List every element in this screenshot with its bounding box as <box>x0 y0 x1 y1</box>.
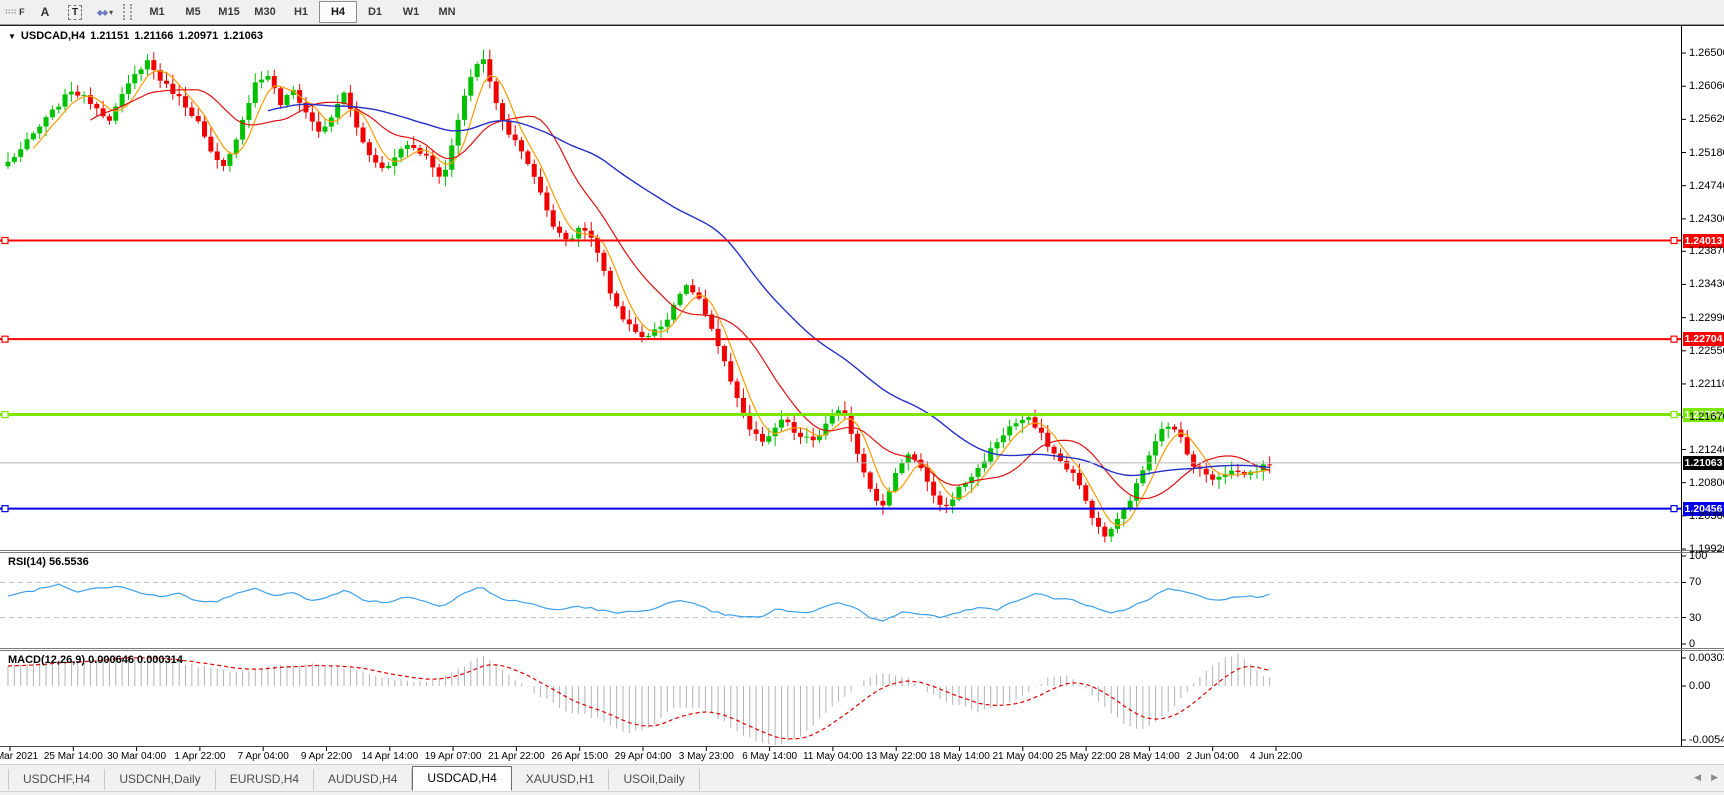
chart-tab-audusd-h4[interactable]: AUDUSD,H4 <box>314 769 412 790</box>
symbol-dropdown-icon[interactable]: ▼ <box>8 32 16 41</box>
rsi-pane[interactable] <box>0 553 1681 648</box>
time-axis-label: 14 Apr 14:00 <box>361 751 418 762</box>
chart-tab-usdchf-h4[interactable]: USDCHF,H4 <box>8 769 105 790</box>
price-tick-label: 1.24740 <box>1689 180 1724 192</box>
rsi-level-label: 70 <box>1689 576 1701 588</box>
timeframe-button-m15[interactable]: M15 <box>211 2 247 22</box>
time-axis-label: 19 Apr 07:00 <box>425 751 482 762</box>
price-tick-label: 1.21670 <box>1689 411 1724 423</box>
ohlc-low: 1.20971 <box>178 30 218 42</box>
pattern-f-icon[interactable]: ∷∷F <box>3 3 27 22</box>
toolbar-grip[interactable] <box>123 4 132 20</box>
toolbar: ∷∷F AT ◆◆▾ M1M5M15M30H1H4D1W1MN <box>0 0 1724 25</box>
macd-label: MACD(12,26,9) 0.000646 0.000314 <box>8 654 183 666</box>
text-box-icon[interactable]: T <box>63 3 87 22</box>
price-tick-label: 1.22110 <box>1689 378 1724 390</box>
price-tick-label: 1.26060 <box>1689 80 1724 92</box>
chart-tab-bar: USDCHF,H4USDCNH,DailyEURUSD,H4AUDUSD,H4U… <box>0 764 1724 792</box>
time-axis-label: 26 Apr 15:00 <box>551 751 608 762</box>
time-axis-label: 2 Jun 04:00 <box>1187 751 1239 762</box>
main-chart-pane[interactable] <box>0 26 1681 550</box>
timeframe-button-m1[interactable]: M1 <box>139 2 175 22</box>
time-axis-label: 3 May 23:00 <box>679 751 734 762</box>
chart-tab-usoil-daily[interactable]: USOil,Daily <box>609 769 699 790</box>
price-tick-label: 1.25180 <box>1689 147 1724 159</box>
price-tick-label: 1.21240 <box>1689 444 1724 456</box>
timeframe-button-h4[interactable]: H4 <box>319 1 357 23</box>
chart-tab-usdcnh-daily[interactable]: USDCNH,Daily <box>105 769 215 790</box>
time-axis-label: 9 Apr 22:00 <box>301 751 352 762</box>
price-tick-label: 1.20800 <box>1689 477 1724 489</box>
price-tick-label: 1.24300 <box>1689 213 1724 225</box>
price-tick-label: 1.23870 <box>1689 245 1724 257</box>
time-axis-label: 13 May 22:00 <box>866 751 927 762</box>
timeframe-button-h1[interactable]: H1 <box>283 2 319 22</box>
price-tick-label: 1.22550 <box>1689 345 1724 357</box>
price-tick-label: 1.22990 <box>1689 312 1724 324</box>
macd-pane[interactable] <box>0 651 1681 746</box>
timeframe-button-mn[interactable]: MN <box>429 2 465 22</box>
time-axis-label: 30 Mar 04:00 <box>107 751 166 762</box>
macd-axis-label: 0.0030350 <box>1689 652 1724 664</box>
price-tick-label: 1.23430 <box>1689 278 1724 290</box>
timeframe-button-d1[interactable]: D1 <box>357 2 393 22</box>
time-axis-label: 21 May 04:00 <box>992 751 1053 762</box>
chart-tab-usdcad-h4[interactable]: USDCAD,H4 <box>412 766 511 791</box>
rsi-label: RSI(14) 56.5536 <box>8 556 89 568</box>
timeframe-button-m30[interactable]: M30 <box>247 2 283 22</box>
time-axis-label: 21 Apr 22:00 <box>488 751 545 762</box>
time-axis-label: 25 May 22:00 <box>1056 751 1117 762</box>
ohlc-high: 1.21166 <box>134 30 173 42</box>
tab-scroll-controls: ◀ ▶ <box>1694 772 1718 783</box>
time-axis-label: 28 May 14:00 <box>1119 751 1180 762</box>
chart-tab-xauusd-h1[interactable]: XAUUSD,H1 <box>512 769 610 790</box>
status-strip <box>0 791 1724 795</box>
ohlc-open: 1.21151 <box>90 30 129 42</box>
text-a-icon[interactable]: A <box>33 3 57 22</box>
time-axis-label: 25 Mar 14:00 <box>44 751 103 762</box>
symbol-name: USDCAD,H4 <box>21 30 85 42</box>
time-axis-label: 22 Mar 2021 <box>0 751 38 762</box>
time-axis-label: 4 Jun 22:00 <box>1250 751 1302 762</box>
arrows-tool-icon[interactable]: ◆◆▾ <box>93 3 117 22</box>
macd-axis-label: 0.00 <box>1689 680 1710 692</box>
current-price-tag: 1.21063 <box>1683 456 1724 470</box>
timeframe-button-w1[interactable]: W1 <box>393 2 429 22</box>
price-tick-label: 1.25620 <box>1689 113 1724 125</box>
macd-axis-label: -0.0054290 <box>1689 734 1724 746</box>
tab-scroll-right-icon[interactable]: ▶ <box>1711 772 1718 783</box>
tab-scroll-left-icon[interactable]: ◀ <box>1694 772 1701 783</box>
time-axis-label: 6 May 14:00 <box>742 751 797 762</box>
mt4-window: ∷∷F AT ◆◆▾ M1M5M15M30H1H4D1W1MN ▼ USDCAD,H4… <box>0 0 1724 795</box>
price-tick-label: 1.20360 <box>1689 510 1724 522</box>
ohlc-close: 1.21063 <box>223 30 263 42</box>
rsi-level-label: 30 <box>1689 612 1701 624</box>
time-axis-label: 1 Apr 22:00 <box>174 751 225 762</box>
rsi-level-label: 100 <box>1689 550 1707 562</box>
symbol-header: ▼ USDCAD,H4 1.21151 1.21166 1.20971 1.21… <box>8 30 263 42</box>
chart-tab-eurusd-h4[interactable]: EURUSD,H4 <box>216 769 314 790</box>
time-axis-label: 18 May 14:00 <box>929 751 990 762</box>
timeframe-button-m5[interactable]: M5 <box>175 2 211 22</box>
price-tick-label: 1.26500 <box>1689 47 1724 59</box>
time-axis-label: 7 Apr 04:00 <box>238 751 289 762</box>
time-axis-label: 11 May 04:00 <box>803 751 863 762</box>
rsi-level-label: 0 <box>1689 638 1695 650</box>
time-axis-label: 29 Apr 04:00 <box>615 751 672 762</box>
